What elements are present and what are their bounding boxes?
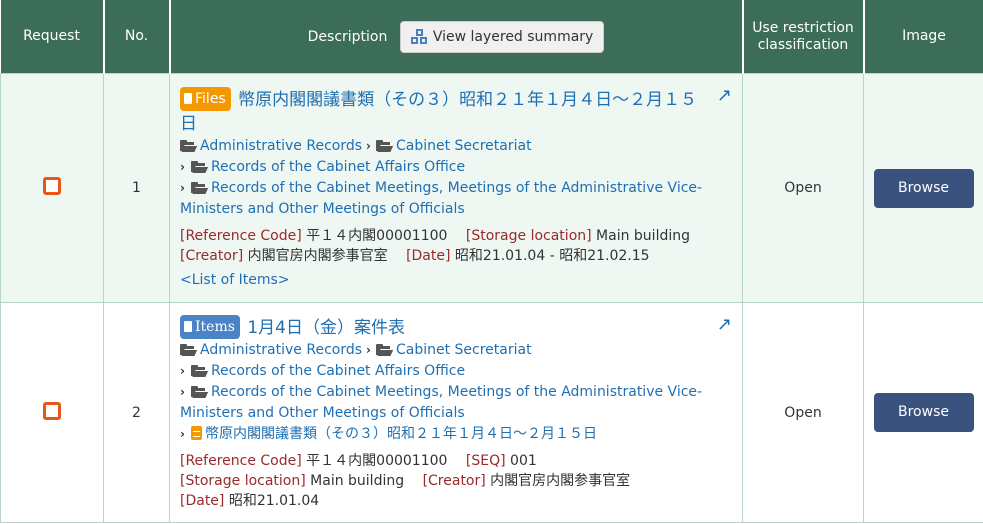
breadcrumb-level2[interactable]: Cabinet Secretariat [396, 342, 532, 358]
chevron-right-icon: › [180, 384, 185, 399]
request-cell [0, 73, 104, 303]
folder-open-icon [375, 139, 394, 152]
folder-open-icon [190, 385, 209, 398]
header-no: No. [102, 0, 171, 74]
reference-code-label: [Reference Code] [180, 227, 302, 244]
external-link-icon[interactable]: ↗︎ [717, 85, 732, 106]
list-of-items-link[interactable]: <List of Items> [180, 270, 290, 290]
items-badge-label: Items [195, 318, 235, 335]
results-table: Request No. Description View layered sum… [0, 0, 983, 523]
creator-value: 内閣官房内閣参事官室 [247, 247, 388, 264]
files-badge-label: Files [195, 90, 226, 107]
header-description: Description View layered summary [168, 0, 744, 74]
header-image: Image [862, 0, 983, 74]
seq-label: [SEQ] [465, 452, 506, 469]
chevron-right-icon: › [366, 342, 371, 357]
table-header-row: Request No. Description View layered sum… [0, 0, 983, 74]
storage-location-label: [Storage location] [180, 472, 306, 489]
reference-code-value: 平１４内閣00001100 [306, 452, 448, 469]
record-title-line: Files 幣原内閣閣議書類（その３）昭和２１年１月４日～２月１５日 [180, 86, 732, 136]
header-use-restriction: Use restriction classification [741, 0, 865, 74]
breadcrumb-level4[interactable]: Records of the Cabinet Meetings, Meeting… [180, 384, 702, 421]
request-checkbox[interactable] [43, 177, 61, 195]
header-request: Request [0, 0, 105, 74]
external-link-icon[interactable]: ↗︎ [717, 314, 732, 335]
storage-location-label: [Storage location] [465, 227, 592, 244]
folder-open-icon [190, 160, 209, 173]
storage-location-value: Main building [310, 472, 405, 489]
image-cell: Browse [863, 302, 983, 523]
breadcrumb-level5[interactable]: 幣原内閣閣議書類（その３）昭和２１年１月４日～２月１５日 [205, 426, 597, 442]
breadcrumb-level3[interactable]: Records of the Cabinet Affairs Office [211, 363, 465, 379]
date-value: 昭和21.01.04 - 昭和21.02.15 [454, 247, 650, 264]
record-title-link[interactable]: 1月4日（金）案件表 [247, 318, 405, 338]
use-restriction-value: Open [742, 302, 864, 523]
creator-label: [Creator] [180, 247, 244, 264]
breadcrumb: Administrative Records › Cabinet Secretari… [180, 340, 732, 445]
table-row: 1 Files 幣原内閣閣議書類（その３）昭和２１年１月４日～２月１５日 ↗︎ … [0, 73, 983, 303]
record-metadata: [Reference Code] 平１４内閣00001100 [SEQ] 001… [180, 451, 732, 511]
request-cell [0, 302, 104, 523]
breadcrumb-level1[interactable]: Administrative Records [200, 342, 362, 358]
hierarchy-icon [410, 28, 427, 44]
creator-label: [Creator] [422, 472, 486, 489]
breadcrumb-level4[interactable]: Records of the Cabinet Meetings, Meeting… [180, 180, 702, 217]
file-icon [190, 425, 202, 440]
seq-value: 001 [510, 452, 537, 469]
breadcrumb-level1[interactable]: Administrative Records [200, 138, 362, 154]
reference-code-value: 平１４内閣00001100 [306, 227, 448, 244]
chevron-right-icon: › [180, 426, 185, 441]
chevron-right-icon: › [180, 180, 185, 195]
items-badge: Items [180, 314, 240, 339]
document-icon [184, 320, 192, 332]
breadcrumb-level3[interactable]: Records of the Cabinet Affairs Office [211, 159, 465, 175]
request-checkbox[interactable] [43, 401, 61, 420]
folder-open-icon [190, 181, 209, 194]
view-layered-summary-button[interactable]: View layered summary [399, 20, 605, 53]
folder-open-icon [190, 364, 209, 377]
breadcrumb-level2[interactable]: Cabinet Secretariat [396, 138, 532, 154]
reference-code-label: [Reference Code] [180, 452, 302, 469]
record-title-link[interactable]: 幣原内閣閣議書類（その３）昭和２１年１月４日～２月１５日 [180, 90, 697, 134]
folder-open-icon [180, 343, 198, 356]
file-icon [184, 92, 192, 104]
chevron-right-icon: › [180, 363, 185, 378]
creator-value: 内閣官房内閣参事官室 [490, 472, 631, 489]
use-restriction-value: Open [742, 73, 864, 303]
breadcrumb: Administrative Records › Cabinet Secretari… [180, 136, 732, 220]
description-cell: Items 1月4日（金）案件表 ↗︎ Administrative Recor… [169, 302, 743, 523]
row-number: 2 [103, 302, 170, 523]
row-number: 1 [103, 73, 170, 303]
view-layered-summary-label: View layered summary [432, 28, 594, 45]
browse-button[interactable]: Browse [873, 168, 974, 208]
description-cell: Files 幣原内閣閣議書類（その３）昭和２１年１月４日～２月１５日 ↗︎ Ad… [169, 73, 743, 303]
image-cell: Browse [863, 73, 983, 303]
folder-open-icon [180, 139, 198, 152]
chevron-right-icon: › [366, 138, 371, 153]
date-value: 昭和21.01.04 [228, 492, 320, 509]
date-label: [Date] [406, 247, 451, 264]
files-badge: Files [180, 86, 231, 111]
storage-location-value: Main building [596, 227, 690, 244]
record-title-line: Items 1月4日（金）案件表 [180, 314, 732, 340]
header-description-label: Description [307, 28, 388, 45]
table-row: 2 Items 1月4日（金）案件表 ↗︎ Administrative Rec… [0, 302, 983, 523]
browse-button[interactable]: Browse [873, 393, 974, 432]
folder-open-icon [375, 343, 394, 356]
chevron-right-icon: › [180, 159, 185, 174]
date-label: [Date] [180, 492, 225, 509]
record-metadata: [Reference Code] 平１４内閣00001100 [Storage … [180, 226, 732, 266]
